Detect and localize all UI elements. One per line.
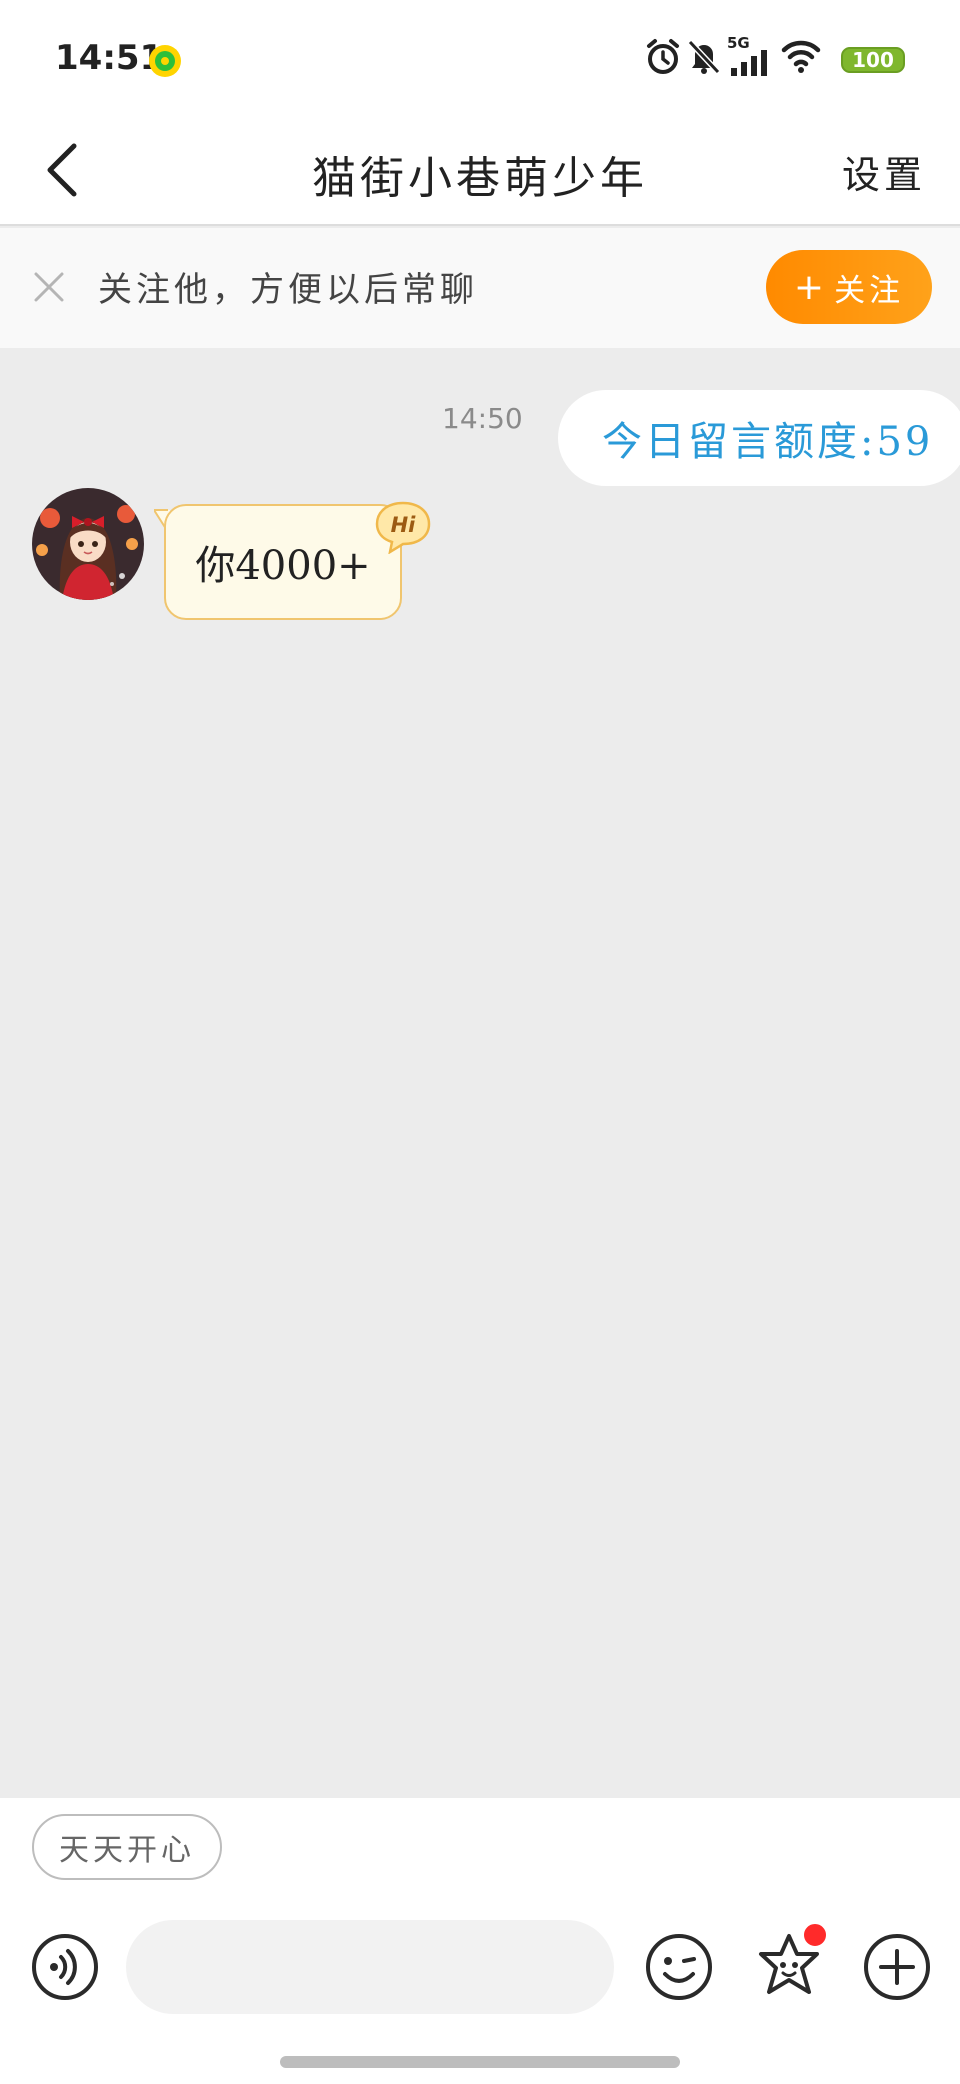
follow-button[interactable]: + 关注 xyxy=(766,250,932,324)
settings-button[interactable]: 设置 xyxy=(842,144,926,199)
hi-badge-icon: Hi xyxy=(375,501,431,555)
sent-message-text: 今日留言额度:59 xyxy=(602,419,934,465)
message-input[interactable] xyxy=(126,1920,614,2014)
close-icon[interactable] xyxy=(30,268,68,306)
voice-icon[interactable] xyxy=(30,1932,100,2002)
status-bar: 14:51 5G 100 xyxy=(0,0,960,118)
message-timestamp: 14:50 xyxy=(442,402,523,435)
add-icon[interactable] xyxy=(862,1932,932,2002)
alarm-icon xyxy=(647,39,679,74)
emoji-icon[interactable] xyxy=(644,1932,714,2002)
follow-prompt-text: 关注他，方便以后常聊 xyxy=(98,270,478,310)
received-message-bubble[interactable]: 你4000+ xyxy=(164,504,402,620)
home-indicator[interactable] xyxy=(280,2056,680,2068)
chat-area[interactable]: 14:50 今日留言额度:59 你4000+ Hi xyxy=(0,348,960,1798)
follow-button-label: 关注 xyxy=(834,272,905,309)
wifi-icon xyxy=(781,40,821,73)
hi-badge-label: Hi xyxy=(391,513,417,537)
signal-icon: 5G xyxy=(727,34,773,78)
battery-icon: 100 xyxy=(841,47,905,73)
status-icons: 5G 100 xyxy=(645,34,905,82)
status-time: 14:51 xyxy=(55,38,164,78)
avatar-image xyxy=(32,488,144,600)
follow-banner: 关注他，方便以后常聊 + 关注 xyxy=(0,228,960,348)
quick-reply-chip[interactable]: 天天开心 xyxy=(32,1814,222,1880)
plus-icon: + xyxy=(793,266,829,308)
sent-message-bubble[interactable]: 今日留言额度:59 xyxy=(558,390,960,486)
received-message-text: 你4000+ xyxy=(195,543,371,589)
notification-dot xyxy=(802,1922,828,1948)
avatar[interactable] xyxy=(32,488,144,600)
nav-header: 猫街小巷萌少年 设置 xyxy=(0,118,960,226)
mute-icon xyxy=(687,39,721,75)
hi-badge: Hi xyxy=(374,500,432,555)
input-bar xyxy=(0,1898,960,2084)
page-title: 猫街小巷萌少年 xyxy=(312,153,648,204)
music-app-icon xyxy=(149,45,181,77)
quick-reply-bar: 天天开心 xyxy=(0,1798,960,1898)
